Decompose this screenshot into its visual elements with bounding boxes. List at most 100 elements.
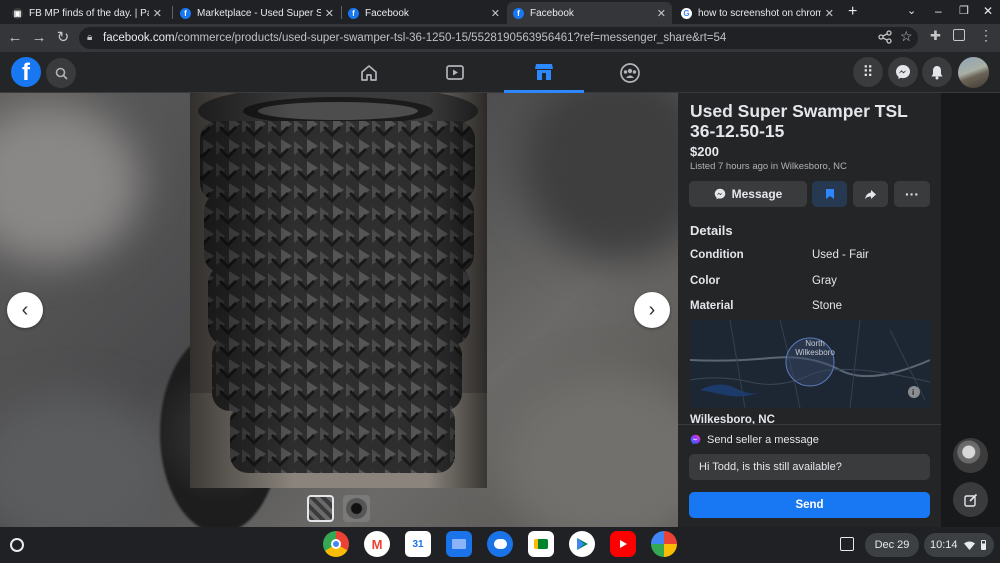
listing-meta: Listed 7 hours ago in Wilkesboro, NC	[690, 161, 847, 172]
apps-grid-icon: ⠿	[862, 64, 874, 81]
browser-tab-strip: ▣ FB MP finds of the day. | Page ✕ f Mar…	[0, 0, 1000, 24]
profile-avatar[interactable]	[958, 57, 989, 88]
facebook-icon: f	[180, 7, 191, 19]
kebab-menu-icon[interactable]: ⋮	[979, 27, 993, 44]
messages-icon[interactable]	[487, 531, 513, 557]
tab-title: FB MP finds of the day. | Page	[29, 7, 149, 19]
send-button[interactable]: Send	[689, 492, 930, 518]
reload-icon[interactable]: ↻	[54, 29, 72, 47]
detail-label: Color	[690, 275, 721, 287]
photo-viewer: ‹ ›	[0, 93, 678, 527]
photo-thumbnail[interactable]	[343, 495, 370, 522]
close-window-icon[interactable]: ✕	[983, 4, 993, 18]
menu-button[interactable]: ⠿	[853, 57, 883, 87]
chat-head-avatar[interactable]	[953, 438, 988, 473]
extensions-icon[interactable]: ✚	[930, 28, 941, 44]
url-path: /commerce/products/used-super-swamper-ts…	[174, 32, 727, 44]
date-tray[interactable]: Dec 29	[865, 533, 919, 557]
close-tab-icon[interactable]: ✕	[825, 7, 834, 20]
battery-icon	[980, 540, 986, 550]
youtube-icon[interactable]	[610, 531, 636, 557]
home-icon	[361, 64, 377, 81]
tab-title: how to screenshot on chrome	[698, 7, 821, 19]
save-button[interactable]	[812, 181, 847, 207]
play-store-icon[interactable]	[569, 531, 595, 557]
url-domain: facebook.com	[103, 32, 175, 44]
side-panel-icon[interactable]	[953, 29, 965, 41]
gmail-icon[interactable]: M	[364, 531, 390, 557]
fb-mp-icon: ▣	[12, 7, 23, 19]
facebook-logo[interactable]: f	[11, 57, 41, 87]
detail-value: Stone	[812, 300, 843, 312]
watch-video-icon	[446, 64, 464, 80]
browser-tab[interactable]: G how to screenshot on chrome ✕	[675, 2, 840, 24]
messenger-icon	[714, 188, 725, 200]
messenger-button[interactable]	[888, 57, 918, 87]
close-tab-icon[interactable]: ✕	[491, 7, 500, 20]
os-shelf: M 31 Dec 29 10:14	[0, 527, 1000, 563]
nav-home[interactable]	[329, 52, 409, 93]
nav-groups[interactable]	[590, 52, 670, 93]
search-icon	[55, 67, 68, 80]
restore-icon[interactable]: ❐	[959, 4, 969, 17]
wifi-icon	[963, 541, 975, 550]
clock-time: 10:14	[930, 539, 958, 551]
detail-label: Condition	[690, 249, 744, 261]
message-input[interactable]: Hi Todd, is this still available?	[689, 454, 930, 480]
forward-icon[interactable]: →	[30, 29, 48, 47]
nav-watch[interactable]	[415, 52, 495, 93]
facebook-icon: f	[513, 7, 524, 19]
search-button[interactable]	[46, 58, 76, 88]
back-icon[interactable]: ←	[6, 29, 24, 47]
bookmark-star-icon[interactable]: ☆	[900, 28, 913, 45]
tab-title: Facebook	[530, 7, 574, 19]
browser-tab[interactable]: f Facebook ✕	[342, 2, 506, 24]
tab-search-chevron-icon[interactable]: ⌄	[907, 4, 916, 17]
message-button[interactable]: Message	[689, 181, 807, 207]
minimize-icon[interactable]: –	[935, 4, 942, 18]
share-arrow-icon	[865, 189, 876, 199]
meet-icon[interactable]	[528, 531, 554, 557]
chevron-right-icon: ›	[648, 298, 656, 321]
overview-icon[interactable]	[840, 537, 854, 551]
new-tab-icon[interactable]: +	[848, 3, 857, 21]
tab-title: Facebook	[365, 7, 409, 19]
message-button-label: Message	[731, 187, 783, 201]
facebook-icon: f	[348, 7, 359, 19]
detail-label: Material	[690, 300, 734, 312]
messenger-icon	[896, 65, 910, 79]
detail-value: Gray	[812, 275, 837, 287]
listing-photo	[190, 93, 487, 488]
google-icon: G	[681, 7, 692, 19]
close-tab-icon[interactable]: ✕	[153, 7, 162, 20]
photos-icon[interactable]	[651, 531, 677, 557]
files-icon[interactable]	[446, 531, 472, 557]
browser-tab-active[interactable]: f Facebook ✕	[507, 2, 672, 24]
map-info-icon[interactable]: i	[912, 388, 914, 397]
next-photo-button[interactable]: ›	[634, 292, 670, 328]
map-place-label: North Wilkesboro	[795, 339, 835, 357]
marketplace-icon	[535, 63, 553, 80]
close-tab-icon[interactable]: ✕	[657, 7, 666, 20]
calendar-icon[interactable]: 31	[405, 531, 431, 557]
share-icon[interactable]	[878, 30, 892, 44]
notifications-button[interactable]	[922, 57, 952, 87]
groups-icon	[620, 62, 640, 83]
browser-toolbar: ← → ↻ 🔒︎ facebook.com/commerce/products/…	[0, 24, 1000, 52]
new-message-button[interactable]	[953, 482, 988, 517]
photo-thumbnail[interactable]	[307, 495, 334, 522]
send-seller-heading: Send seller a message	[707, 434, 819, 446]
nav-marketplace[interactable]	[504, 52, 584, 93]
previous-photo-button[interactable]: ‹	[7, 292, 43, 328]
browser-tab[interactable]: ▣ FB MP finds of the day. | Page ✕	[6, 2, 168, 24]
close-tab-icon[interactable]: ✕	[325, 7, 334, 20]
address-bar[interactable]: 🔒︎ facebook.com/commerce/products/used-s…	[79, 27, 918, 49]
more-options-button[interactable]: ···	[894, 181, 930, 207]
launcher-icon[interactable]	[10, 538, 24, 552]
status-tray[interactable]: 10:14	[924, 533, 994, 557]
share-button[interactable]	[853, 181, 888, 207]
browser-tab[interactable]: f Marketplace - Used Super Swa ✕	[174, 2, 340, 24]
bookmark-icon	[825, 189, 834, 199]
location-map[interactable]: i North Wilkesboro	[690, 320, 930, 408]
chrome-icon[interactable]	[323, 531, 349, 557]
